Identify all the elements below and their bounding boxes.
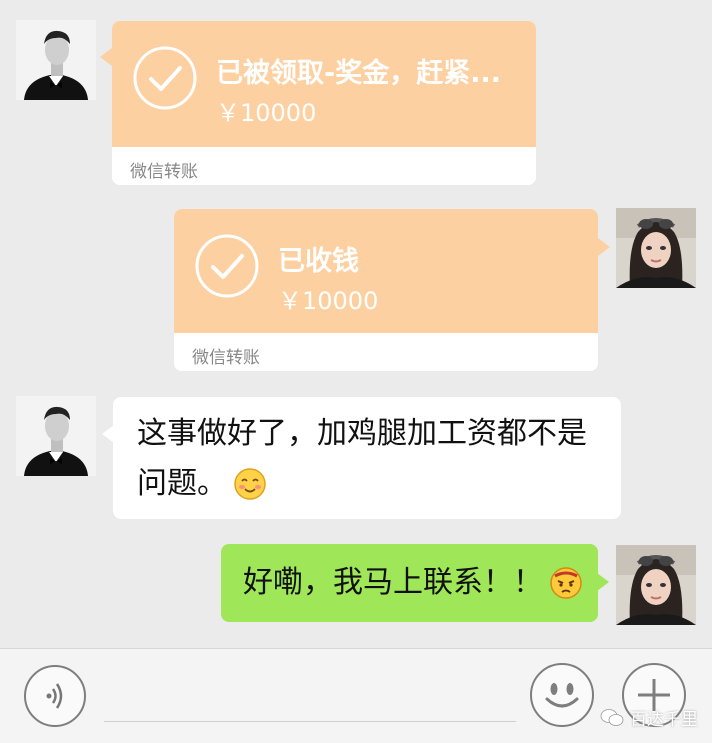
- smile-emoji-icon: [234, 468, 266, 500]
- check-icon: [195, 234, 259, 298]
- transfer-card[interactable]: 已收钱 ￥10000 微信转账: [174, 209, 598, 371]
- transfer-amount: ￥10000: [216, 99, 317, 127]
- message-text: 好嘞，我马上联系！！: [243, 565, 543, 600]
- emoji-icon: [545, 683, 579, 708]
- chat-input-bar: 百达千里: [0, 648, 712, 743]
- voice-icon: [46, 683, 63, 709]
- angry-emoji-icon: [550, 567, 582, 599]
- message-text-line: 问题。: [137, 466, 227, 501]
- watermark-text: 百达千里: [630, 710, 698, 730]
- my-avatar[interactable]: [616, 208, 696, 288]
- transfer-amount: ￥10000: [278, 287, 379, 315]
- my-avatar[interactable]: [616, 545, 696, 625]
- voice-button[interactable]: [24, 665, 86, 727]
- watermark: 百达千里: [600, 705, 698, 730]
- transfer-card[interactable]: 已被领取-奖金，赶紧... ￥10000 微信转账: [112, 21, 536, 185]
- emoji-button[interactable]: [530, 663, 594, 727]
- transfer-label: 微信转账: [130, 162, 198, 182]
- message-input[interactable]: [104, 721, 516, 722]
- transfer-title: 已收钱: [278, 246, 359, 277]
- check-icon: [133, 46, 197, 110]
- contact-avatar[interactable]: [16, 20, 96, 100]
- message-bubble-sent[interactable]: 好嘞，我马上联系！！: [221, 544, 598, 622]
- transfer-title: 已被领取-奖金，赶紧...: [216, 58, 501, 89]
- message-bubble[interactable]: 这事做好了，加鸡腿加工资都不是 问题。: [113, 397, 621, 519]
- wechat-icon: [600, 708, 624, 726]
- transfer-label: 微信转账: [192, 348, 260, 368]
- contact-avatar[interactable]: [16, 396, 96, 476]
- message-text-line: 这事做好了，加鸡腿加工资都不是: [137, 416, 587, 451]
